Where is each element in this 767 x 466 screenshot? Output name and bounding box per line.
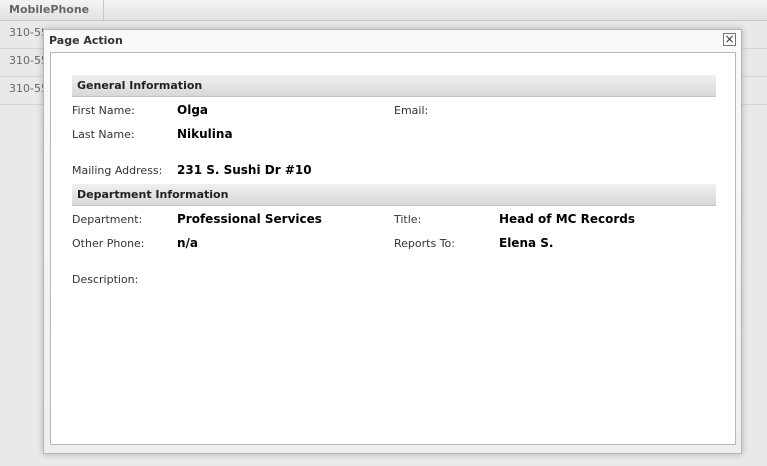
other-phone-value: n/a bbox=[177, 236, 199, 250]
mailing-address-value: 231 S. Sushi Dr #10 bbox=[177, 163, 312, 177]
mailing-address-label: Mailing Address: bbox=[72, 164, 163, 177]
section-header-department: Department Information bbox=[72, 184, 716, 206]
last-name-value: Nikulina bbox=[177, 127, 233, 141]
email-label: Email: bbox=[394, 104, 429, 117]
last-name-label: Last Name: bbox=[72, 128, 135, 141]
grid-header bbox=[0, 0, 767, 21]
title-value: Head of MC Records bbox=[499, 212, 636, 226]
department-label: Department: bbox=[72, 213, 143, 226]
column-header-mobilephone[interactable]: MobilePhone bbox=[0, 0, 104, 20]
section-header-general: General Information bbox=[72, 75, 716, 97]
description-label: Description: bbox=[72, 273, 139, 286]
title-label: Title: bbox=[394, 213, 422, 226]
dialog-content: General Information First Name: Olga Ema… bbox=[50, 52, 736, 445]
page-action-dialog: Page Action × General Information First … bbox=[43, 29, 742, 454]
first-name-label: First Name: bbox=[72, 104, 135, 117]
phone-cell: 310-555 bbox=[9, 82, 43, 95]
reports-to-value: Elena S. bbox=[499, 236, 554, 250]
department-value: Professional Services bbox=[177, 212, 322, 226]
reports-to-label: Reports To: bbox=[394, 237, 455, 250]
dialog-title[interactable]: Page Action bbox=[49, 34, 123, 47]
phone-cell: 310-555 bbox=[9, 26, 43, 39]
close-icon[interactable]: × bbox=[723, 33, 736, 46]
other-phone-label: Other Phone: bbox=[72, 237, 145, 250]
first-name-value: Olga bbox=[177, 103, 209, 117]
phone-cell: 310-555 bbox=[9, 54, 43, 67]
